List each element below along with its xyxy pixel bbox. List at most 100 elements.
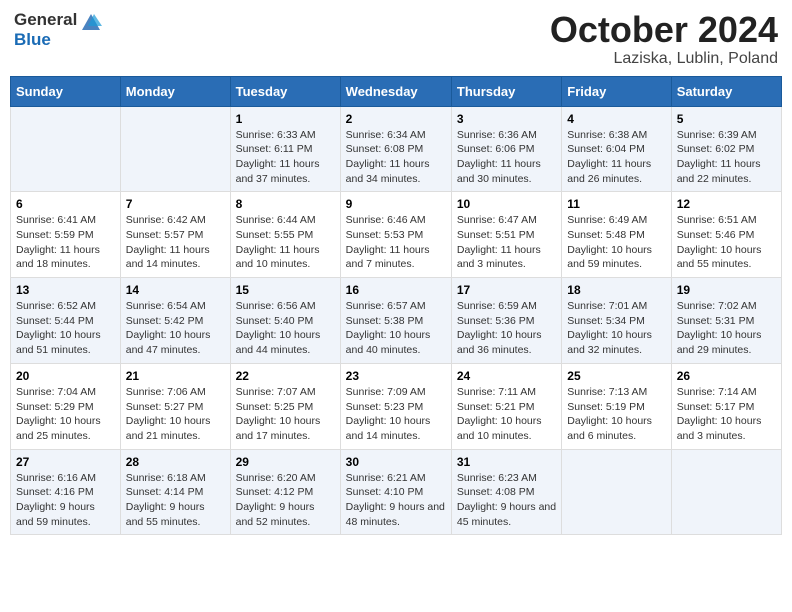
day-number: 20 xyxy=(16,369,115,383)
calendar-day-cell: 28Sunrise: 6:18 AMSunset: 4:14 PMDayligh… xyxy=(120,449,230,535)
calendar-day-cell: 7Sunrise: 6:42 AMSunset: 5:57 PMDaylight… xyxy=(120,192,230,278)
calendar-day-cell: 21Sunrise: 7:06 AMSunset: 5:27 PMDayligh… xyxy=(120,363,230,449)
day-info: Sunrise: 6:49 AMSunset: 5:48 PMDaylight:… xyxy=(567,213,665,272)
calendar-week-row: 20 Sunrise: 7:04 AMSunset: 5:29 PMDayligh… xyxy=(11,363,782,449)
calendar-day-cell: 31 Sunrise: 6:23 AMSunset: 4:08 PMDayligh… xyxy=(451,449,561,535)
logo-general: General xyxy=(14,10,77,30)
day-number: 28 xyxy=(126,455,225,469)
day-info: Sunrise: 6:51 AMSunset: 5:46 PMDaylight:… xyxy=(677,213,776,272)
weekday-header: Saturday xyxy=(671,76,781,106)
calendar-day-cell: 2 Sunrise: 6:34 AMSunset: 6:08 PMDaylight… xyxy=(340,106,451,192)
calendar-day-cell: 18Sunrise: 7:01 AMSunset: 5:34 PMDayligh… xyxy=(562,278,671,364)
day-number: 4 xyxy=(567,112,665,126)
calendar-day-cell xyxy=(671,449,781,535)
day-number: 11 xyxy=(567,197,665,211)
location: Laziska, Lublin, Poland xyxy=(550,50,778,68)
calendar-table: SundayMondayTuesdayWednesdayThursdayFrid… xyxy=(10,76,782,536)
calendar-day-cell: 8 Sunrise: 6:44 AMSunset: 5:55 PMDaylight… xyxy=(230,192,340,278)
day-info: Sunrise: 7:02 AMSunset: 5:31 PMDaylight:… xyxy=(677,299,776,358)
day-number: 31 xyxy=(457,455,556,469)
day-info: Sunrise: 6:36 AMSunset: 6:06 PMDaylight:… xyxy=(457,128,556,187)
day-number: 15 xyxy=(236,283,335,297)
day-number: 24 xyxy=(457,369,556,383)
day-info: Sunrise: 6:33 AMSunset: 6:11 PMDaylight:… xyxy=(236,128,335,187)
day-number: 1 xyxy=(236,112,335,126)
day-number: 30 xyxy=(346,455,446,469)
day-number: 10 xyxy=(457,197,556,211)
day-number: 25 xyxy=(567,369,665,383)
calendar-day-cell: 13Sunrise: 6:52 AMSunset: 5:44 PMDayligh… xyxy=(11,278,121,364)
day-number: 13 xyxy=(16,283,115,297)
logo-icon xyxy=(80,12,102,34)
day-number: 16 xyxy=(346,283,446,297)
day-info: Sunrise: 7:14 AMSunset: 5:17 PMDaylight:… xyxy=(677,385,776,444)
day-info: Sunrise: 6:44 AMSunset: 5:55 PMDaylight:… xyxy=(236,213,335,272)
calendar-day-cell: 20 Sunrise: 7:04 AMSunset: 5:29 PMDayligh… xyxy=(11,363,121,449)
weekday-header: Monday xyxy=(120,76,230,106)
calendar-day-cell xyxy=(120,106,230,192)
calendar-week-row: 13Sunrise: 6:52 AMSunset: 5:44 PMDayligh… xyxy=(11,278,782,364)
day-number: 27 xyxy=(16,455,115,469)
day-number: 22 xyxy=(236,369,335,383)
calendar-day-cell xyxy=(562,449,671,535)
logo-blue: Blue xyxy=(14,30,77,50)
day-info: Sunrise: 6:16 AMSunset: 4:16 PMDaylight:… xyxy=(16,471,115,530)
day-number: 5 xyxy=(677,112,776,126)
day-info: Sunrise: 7:04 AMSunset: 5:29 PMDaylight:… xyxy=(16,385,115,444)
title-block: October 2024 Laziska, Lublin, Poland xyxy=(550,10,778,68)
day-number: 9 xyxy=(346,197,446,211)
day-info: Sunrise: 6:59 AMSunset: 5:36 PMDaylight:… xyxy=(457,299,556,358)
day-number: 18 xyxy=(567,283,665,297)
day-number: 6 xyxy=(16,197,115,211)
day-info: Sunrise: 7:07 AMSunset: 5:25 PMDaylight:… xyxy=(236,385,335,444)
calendar-day-cell: 6 Sunrise: 6:41 AMSunset: 5:59 PMDaylight… xyxy=(11,192,121,278)
day-number: 2 xyxy=(346,112,446,126)
calendar-day-cell: 24 Sunrise: 7:11 AMSunset: 5:21 PMDayligh… xyxy=(451,363,561,449)
calendar-header-row: SundayMondayTuesdayWednesdayThursdayFrid… xyxy=(11,76,782,106)
calendar-day-cell: 26 Sunrise: 7:14 AMSunset: 5:17 PMDayligh… xyxy=(671,363,781,449)
calendar-day-cell: 30 Sunrise: 6:21 AMSunset: 4:10 PMDayligh… xyxy=(340,449,451,535)
calendar-day-cell: 1 Sunrise: 6:33 AMSunset: 6:11 PMDaylight… xyxy=(230,106,340,192)
day-info: Sunrise: 6:21 AMSunset: 4:10 PMDaylight:… xyxy=(346,471,446,530)
calendar-day-cell xyxy=(11,106,121,192)
day-number: 26 xyxy=(677,369,776,383)
calendar-day-cell: 11 Sunrise: 6:49 AMSunset: 5:48 PMDayligh… xyxy=(562,192,671,278)
day-number: 29 xyxy=(236,455,335,469)
page-header: General Blue October 2024 Laziska, Lubli… xyxy=(10,10,782,68)
day-info: Sunrise: 6:23 AMSunset: 4:08 PMDaylight:… xyxy=(457,471,556,530)
calendar-day-cell: 3 Sunrise: 6:36 AMSunset: 6:06 PMDaylight… xyxy=(451,106,561,192)
calendar-day-cell: 27 Sunrise: 6:16 AMSunset: 4:16 PMDayligh… xyxy=(11,449,121,535)
day-info: Sunrise: 7:11 AMSunset: 5:21 PMDaylight:… xyxy=(457,385,556,444)
calendar-day-cell: 22 Sunrise: 7:07 AMSunset: 5:25 PMDayligh… xyxy=(230,363,340,449)
day-info: Sunrise: 6:56 AMSunset: 5:40 PMDaylight:… xyxy=(236,299,335,358)
day-info: Sunrise: 6:34 AMSunset: 6:08 PMDaylight:… xyxy=(346,128,446,187)
day-info: Sunrise: 6:47 AMSunset: 5:51 PMDaylight:… xyxy=(457,213,556,272)
day-number: 23 xyxy=(346,369,446,383)
day-number: 19 xyxy=(677,283,776,297)
day-number: 8 xyxy=(236,197,335,211)
day-info: Sunrise: 6:41 AMSunset: 5:59 PMDaylight:… xyxy=(16,213,115,272)
calendar-day-cell: 4 Sunrise: 6:38 AMSunset: 6:04 PMDaylight… xyxy=(562,106,671,192)
calendar-week-row: 27 Sunrise: 6:16 AMSunset: 4:16 PMDayligh… xyxy=(11,449,782,535)
day-info: Sunrise: 6:57 AMSunset: 5:38 PMDaylight:… xyxy=(346,299,446,358)
calendar-day-cell: 23 Sunrise: 7:09 AMSunset: 5:23 PMDayligh… xyxy=(340,363,451,449)
calendar-day-cell: 16 Sunrise: 6:57 AMSunset: 5:38 PMDayligh… xyxy=(340,278,451,364)
calendar-day-cell: 14Sunrise: 6:54 AMSunset: 5:42 PMDayligh… xyxy=(120,278,230,364)
day-info: Sunrise: 6:20 AMSunset: 4:12 PMDaylight:… xyxy=(236,471,335,530)
day-info: Sunrise: 6:38 AMSunset: 6:04 PMDaylight:… xyxy=(567,128,665,187)
calendar-day-cell: 19 Sunrise: 7:02 AMSunset: 5:31 PMDayligh… xyxy=(671,278,781,364)
weekday-header: Friday xyxy=(562,76,671,106)
day-number: 3 xyxy=(457,112,556,126)
day-info: Sunrise: 7:06 AMSunset: 5:27 PMDaylight:… xyxy=(126,385,225,444)
weekday-header: Tuesday xyxy=(230,76,340,106)
calendar-day-cell: 25Sunrise: 7:13 AMSunset: 5:19 PMDayligh… xyxy=(562,363,671,449)
month-title: October 2024 xyxy=(550,10,778,50)
day-info: Sunrise: 6:42 AMSunset: 5:57 PMDaylight:… xyxy=(126,213,225,272)
calendar-day-cell: 17Sunrise: 6:59 AMSunset: 5:36 PMDayligh… xyxy=(451,278,561,364)
weekday-header: Thursday xyxy=(451,76,561,106)
calendar-day-cell: 5Sunrise: 6:39 AMSunset: 6:02 PMDaylight… xyxy=(671,106,781,192)
logo: General Blue xyxy=(14,10,102,49)
day-number: 14 xyxy=(126,283,225,297)
weekday-header: Sunday xyxy=(11,76,121,106)
day-info: Sunrise: 7:09 AMSunset: 5:23 PMDaylight:… xyxy=(346,385,446,444)
